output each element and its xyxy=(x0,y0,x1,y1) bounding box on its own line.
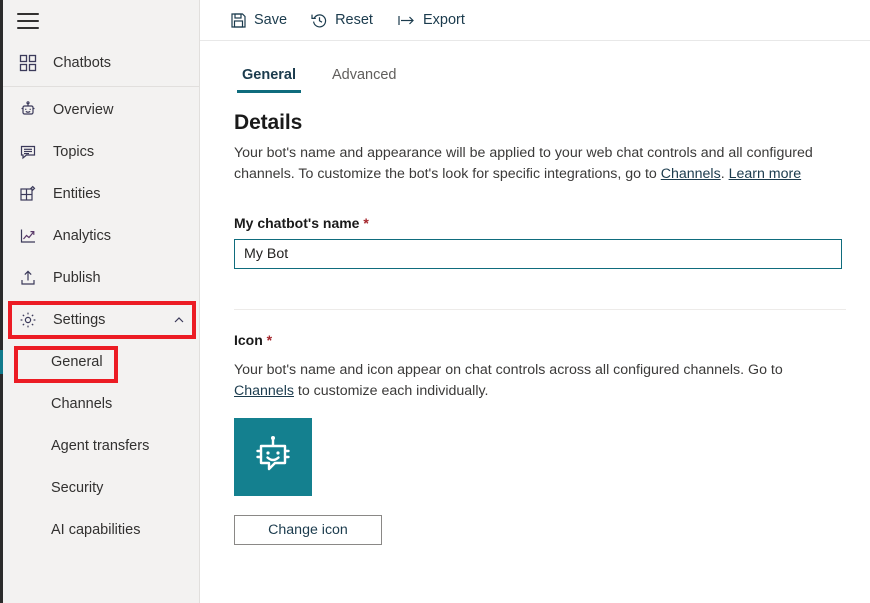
section-divider xyxy=(234,309,846,310)
details-desc-text-2: . xyxy=(720,166,729,182)
entities-grid-icon xyxy=(17,183,39,205)
learn-more-link[interactable]: Learn more xyxy=(729,166,802,182)
sidebar-divider xyxy=(3,86,199,87)
settings-content: General Advanced Details Your bot's name… xyxy=(200,41,870,603)
chatbot-name-label-text: My chatbot's name xyxy=(234,215,360,231)
sidebar-item-agent-transfers[interactable]: Agent transfers xyxy=(3,425,199,467)
sidebar-item-label: Topics xyxy=(53,144,95,160)
details-description: Your bot's name and appearance will be a… xyxy=(234,143,814,185)
sidebar-item-entities[interactable]: Entities xyxy=(3,173,199,215)
gear-icon xyxy=(17,309,39,331)
chevron-up-icon[interactable] xyxy=(173,314,185,326)
sidebar-item-analytics[interactable]: Analytics xyxy=(3,215,199,257)
sidebar-item-channels[interactable]: Channels xyxy=(3,383,199,425)
sidebar-subitem-label: Channels xyxy=(51,396,113,412)
required-marker: * xyxy=(266,332,273,348)
tab-label: General xyxy=(242,67,296,83)
main-panel: Save Reset Export General Advanced Detai… xyxy=(200,0,870,603)
export-icon xyxy=(397,12,416,29)
app-root: Chatbots Overview Topics Entities Analyt… xyxy=(0,0,870,603)
tab-bar: General Advanced xyxy=(234,63,870,93)
sidebar-item-general[interactable]: General xyxy=(0,341,199,383)
command-bar: Save Reset Export xyxy=(200,0,870,41)
chatbot-name-input[interactable] xyxy=(234,239,842,269)
export-button[interactable]: Export xyxy=(387,7,475,34)
reset-label: Reset xyxy=(335,12,373,28)
chat-icon xyxy=(17,141,39,163)
sidebar-header xyxy=(3,0,199,42)
sidebar-item-security[interactable]: Security xyxy=(3,467,199,509)
sidebar-subitem-label: Security xyxy=(51,480,104,496)
icon-label: Icon * xyxy=(234,332,870,348)
save-icon xyxy=(230,12,247,29)
sidebar-subitem-label: General xyxy=(51,354,103,370)
reset-button[interactable]: Reset xyxy=(301,7,383,34)
save-button[interactable]: Save xyxy=(220,7,297,34)
sidebar-subitem-label: AI capabilities xyxy=(51,522,141,538)
tab-advanced[interactable]: Advanced xyxy=(324,63,405,93)
change-icon-button[interactable]: Change icon xyxy=(234,515,382,545)
analytics-chart-icon xyxy=(17,225,39,247)
bot-icon xyxy=(17,99,39,121)
bot-avatar-icon xyxy=(249,431,297,484)
sidebar-item-publish[interactable]: Publish xyxy=(3,257,199,299)
grid-icon xyxy=(17,52,39,74)
tab-general[interactable]: General xyxy=(234,63,304,93)
sidebar-item-chatbots[interactable]: Chatbots xyxy=(3,42,199,84)
icon-description: Your bot's name and icon appear on chat … xyxy=(234,360,814,402)
sidebar-item-ai-capabilities[interactable]: AI capabilities xyxy=(3,509,199,551)
sidebar-item-label: Entities xyxy=(53,186,101,202)
reset-icon xyxy=(311,12,328,29)
required-marker: * xyxy=(363,215,369,231)
sidebar-item-label: Overview xyxy=(53,102,114,118)
sidebar-item-settings[interactable]: Settings xyxy=(3,299,199,341)
sidebar-item-overview[interactable]: Overview xyxy=(3,89,199,131)
sidebar: Chatbots Overview Topics Entities Analyt… xyxy=(0,0,200,603)
export-label: Export xyxy=(422,12,465,28)
publish-upload-icon xyxy=(17,267,39,289)
page-title: Details xyxy=(234,111,303,134)
tab-label: Advanced xyxy=(332,67,397,83)
channels-link[interactable]: Channels xyxy=(234,383,294,399)
sidebar-subitem-label: Agent transfers xyxy=(51,438,150,454)
sidebar-item-label: Settings xyxy=(53,312,106,328)
sidebar-item-label: Chatbots xyxy=(53,55,112,71)
icon-label-text: Icon xyxy=(234,332,263,348)
hamburger-icon[interactable] xyxy=(17,13,39,29)
channels-link[interactable]: Channels xyxy=(661,166,721,182)
chatbot-name-label: My chatbot's name * xyxy=(234,215,870,231)
icon-desc-text-2: to customize each individually. xyxy=(293,383,489,399)
save-label: Save xyxy=(254,12,288,28)
bot-icon-preview[interactable] xyxy=(234,418,312,496)
sidebar-item-topics[interactable]: Topics xyxy=(3,131,199,173)
icon-desc-text-1: Your bot's name and icon appear on chat … xyxy=(234,362,783,378)
sidebar-item-label: Publish xyxy=(53,270,101,286)
sidebar-item-label: Analytics xyxy=(53,228,112,244)
